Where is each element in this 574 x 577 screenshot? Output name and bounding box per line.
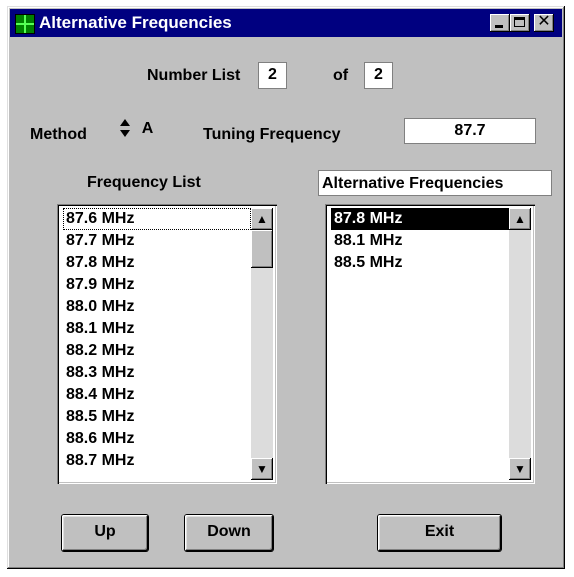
tuning-frequency-field[interactable]: 87.7 bbox=[404, 118, 536, 144]
scroll-up-button[interactable]: ▲ bbox=[251, 208, 273, 230]
list-item[interactable]: 88.2 MHz bbox=[63, 340, 251, 362]
window-title: Alternative Frequencies bbox=[39, 13, 232, 32]
down-button[interactable]: Down bbox=[185, 515, 273, 551]
alternative-frequencies-header: Alternative Frequencies bbox=[318, 170, 552, 196]
list-item[interactable]: 88.3 MHz bbox=[63, 362, 251, 384]
of-label: of bbox=[333, 67, 349, 84]
maximize-icon bbox=[514, 17, 525, 27]
list-item[interactable]: 88.1 MHz bbox=[63, 318, 251, 340]
number-list-field[interactable]: 2 bbox=[258, 62, 287, 89]
close-icon: ✕ bbox=[537, 13, 551, 30]
total-lists-field: 2 bbox=[364, 62, 393, 89]
list-item[interactable]: 88.5 MHz bbox=[63, 406, 251, 428]
maximize-button[interactable] bbox=[510, 14, 530, 32]
spin-up-icon[interactable] bbox=[120, 119, 130, 126]
list-item[interactable]: 88.5 MHz bbox=[331, 252, 509, 274]
arrow-down-icon: ▼ bbox=[514, 462, 526, 476]
list-item[interactable]: 88.0 MHz bbox=[63, 296, 251, 318]
method-value[interactable]: A bbox=[135, 117, 160, 143]
scroll-up-button[interactable]: ▲ bbox=[509, 208, 531, 230]
list-item[interactable]: 87.7 MHz bbox=[63, 230, 251, 252]
minimize-button[interactable] bbox=[490, 14, 510, 32]
arrow-up-icon: ▲ bbox=[256, 212, 268, 226]
scroll-down-button[interactable]: ▼ bbox=[509, 458, 531, 480]
exit-button[interactable]: Exit bbox=[378, 515, 501, 551]
scroll-thumb[interactable] bbox=[251, 230, 273, 268]
arrow-down-icon: ▼ bbox=[256, 462, 268, 476]
list-item[interactable]: 87.6 MHz bbox=[63, 208, 251, 230]
number-list-label: Number List bbox=[147, 67, 241, 84]
alternative-frequencies-window: Alternative Frequencies ✕ Number List 2 … bbox=[7, 6, 565, 569]
list-item[interactable]: 87.9 MHz bbox=[63, 274, 251, 296]
alternative-list-items: 87.8 MHz 88.1 MHz 88.5 MHz bbox=[331, 208, 509, 274]
alternative-frequencies-listbox[interactable]: 87.8 MHz 88.1 MHz 88.5 MHz ▲ ▼ bbox=[325, 204, 535, 484]
minimize-icon bbox=[495, 25, 503, 28]
list-item[interactable]: 87.8 MHz bbox=[331, 208, 509, 230]
title-bar[interactable]: Alternative Frequencies ✕ bbox=[10, 9, 562, 37]
scroll-down-button[interactable]: ▼ bbox=[251, 458, 273, 480]
tuning-frequency-label: Tuning Frequency bbox=[203, 126, 341, 143]
frequency-list-items: 87.6 MHz 87.7 MHz 87.8 MHz 87.9 MHz 88.0 MHz… bbox=[63, 208, 251, 472]
close-button[interactable]: ✕ bbox=[534, 13, 554, 32]
list-item[interactable]: 88.4 MHz bbox=[63, 384, 251, 406]
list-item[interactable]: 88.7 MHz bbox=[63, 450, 251, 472]
arrow-up-icon: ▲ bbox=[514, 212, 526, 226]
frequency-listbox[interactable]: 87.6 MHz 87.7 MHz 87.8 MHz 87.9 MHz 88.0 MHz… bbox=[57, 204, 277, 484]
frequency-list-scrollbar[interactable]: ▲ ▼ bbox=[251, 208, 273, 480]
method-label: Method bbox=[30, 126, 87, 143]
list-item[interactable]: 87.8 MHz bbox=[63, 252, 251, 274]
list-item[interactable]: 88.6 MHz bbox=[63, 428, 251, 450]
up-button[interactable]: Up bbox=[62, 515, 148, 551]
app-icon[interactable] bbox=[15, 14, 35, 34]
frequency-list-header: Frequency List bbox=[87, 174, 201, 191]
spin-down-icon[interactable] bbox=[120, 130, 130, 137]
method-spinner[interactable] bbox=[118, 117, 134, 141]
alternative-list-scrollbar[interactable]: ▲ ▼ bbox=[509, 208, 531, 480]
list-item[interactable]: 88.1 MHz bbox=[331, 230, 509, 252]
